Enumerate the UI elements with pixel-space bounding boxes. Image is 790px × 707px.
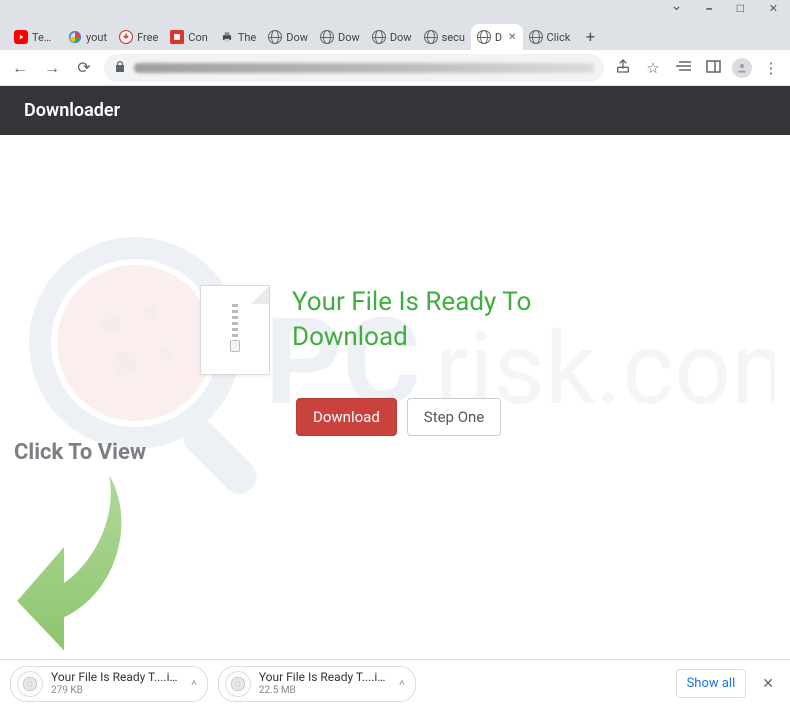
browser-tab[interactable]: The bbox=[214, 24, 262, 50]
tab-favicon-icon bbox=[320, 30, 334, 44]
browser-tab[interactable]: yout bbox=[62, 24, 113, 50]
download-filename: Your File Is Ready T....iso bbox=[51, 671, 181, 684]
disc-file-icon bbox=[225, 671, 251, 697]
profile-avatar[interactable] bbox=[732, 58, 752, 78]
close-downloads-bar-button[interactable]: ✕ bbox=[756, 676, 780, 692]
share-icon[interactable] bbox=[612, 58, 634, 78]
tab-strip: TeslayoutFreeConTheDowDowDowsecuD✕Click+ bbox=[0, 16, 790, 50]
side-panel-icon[interactable] bbox=[702, 59, 724, 77]
tab-favicon-icon bbox=[170, 30, 184, 44]
click-to-view-label: Click To View bbox=[14, 440, 146, 465]
tab-title: secu bbox=[442, 31, 465, 44]
window-maximize-button[interactable] bbox=[736, 1, 745, 15]
browser-tab[interactable]: Dow bbox=[314, 24, 366, 50]
bookmark-star-icon[interactable]: ☆ bbox=[642, 59, 664, 77]
browser-tab[interactable]: secu bbox=[418, 24, 471, 50]
browser-toolbar: ← → ⟳ ☆ ⋮ bbox=[0, 50, 790, 86]
browser-tab[interactable]: Con bbox=[164, 24, 214, 50]
browser-tab[interactable]: Click bbox=[523, 24, 577, 50]
download-size: 22.5 MB bbox=[259, 685, 389, 696]
tab-favicon-icon bbox=[529, 30, 543, 44]
browser-tab[interactable]: D✕ bbox=[471, 24, 523, 50]
tab-title: yout bbox=[86, 31, 107, 44]
browser-tab[interactable]: Dow bbox=[366, 24, 418, 50]
window-minimize-button[interactable] bbox=[706, 1, 711, 15]
page-heading: Your File Is Ready To Download bbox=[292, 285, 552, 355]
page-viewport: Downloader PC risk.com Your File Is Read… bbox=[0, 86, 790, 659]
down-arrow-icon bbox=[10, 466, 140, 659]
chevron-up-icon[interactable]: ˄ bbox=[399, 678, 405, 689]
reader-icon[interactable] bbox=[672, 59, 694, 77]
tab-favicon-icon bbox=[424, 30, 438, 44]
url-text bbox=[134, 63, 594, 73]
download-item[interactable]: Your File Is Ready T....iso 279 KB ˄ bbox=[10, 666, 208, 702]
chevron-up-icon[interactable]: ˄ bbox=[191, 678, 197, 689]
download-item[interactable]: Your File Is Ready T....iso 22.5 MB ˄ bbox=[218, 666, 416, 702]
download-size: 279 KB bbox=[51, 685, 181, 696]
browser-tab[interactable]: Free bbox=[113, 24, 164, 50]
zip-file-icon bbox=[200, 285, 270, 375]
tab-favicon-icon bbox=[372, 30, 386, 44]
download-filename: Your File Is Ready T....iso bbox=[259, 671, 389, 684]
reload-button[interactable]: ⟳ bbox=[72, 56, 96, 80]
tab-title: The bbox=[238, 31, 256, 44]
tab-title: Dow bbox=[338, 31, 360, 44]
action-buttons: Download Step One bbox=[296, 398, 501, 436]
tab-favicon-icon bbox=[119, 30, 133, 44]
browser-chrome: TeslayoutFreeConTheDowDowDowsecuD✕Click+ bbox=[0, 0, 790, 50]
tab-title: D bbox=[495, 31, 502, 44]
downloads-bar: Your File Is Ready T....iso 279 KB ˄ You… bbox=[0, 659, 790, 707]
content-area: Your File Is Ready To Download bbox=[0, 135, 790, 375]
back-button[interactable]: ← bbox=[8, 56, 32, 80]
browser-tab[interactable]: Dow bbox=[262, 24, 314, 50]
lock-icon bbox=[114, 58, 126, 77]
tab-title: Dow bbox=[286, 31, 308, 44]
chevron-down-icon[interactable] bbox=[671, 0, 683, 16]
tab-favicon-icon bbox=[68, 30, 82, 44]
tab-favicon-icon bbox=[14, 30, 28, 44]
tab-title: Tesla bbox=[32, 31, 56, 44]
window-controls bbox=[0, 0, 790, 16]
window-close-button[interactable] bbox=[769, 1, 778, 15]
address-bar[interactable] bbox=[104, 54, 604, 82]
tab-favicon-icon bbox=[268, 30, 282, 44]
kebab-menu-icon[interactable]: ⋮ bbox=[760, 59, 782, 77]
tab-title: Dow bbox=[390, 31, 412, 44]
tab-title: Click bbox=[547, 31, 571, 44]
show-all-downloads-button[interactable]: Show all bbox=[676, 669, 747, 698]
forward-button[interactable]: → bbox=[40, 56, 64, 80]
new-tab-button[interactable]: + bbox=[576, 23, 604, 50]
tab-title: Free bbox=[137, 31, 158, 44]
download-button[interactable]: Download bbox=[296, 398, 397, 436]
tab-close-icon[interactable]: ✕ bbox=[508, 32, 516, 43]
step-one-button[interactable]: Step One bbox=[407, 398, 501, 436]
disc-file-icon bbox=[17, 671, 43, 697]
tab-title: Con bbox=[188, 31, 208, 44]
tab-favicon-icon bbox=[220, 30, 234, 44]
browser-tab[interactable]: Tesla bbox=[8, 24, 62, 50]
tab-favicon-icon bbox=[477, 30, 491, 44]
site-header: Downloader bbox=[0, 86, 790, 135]
